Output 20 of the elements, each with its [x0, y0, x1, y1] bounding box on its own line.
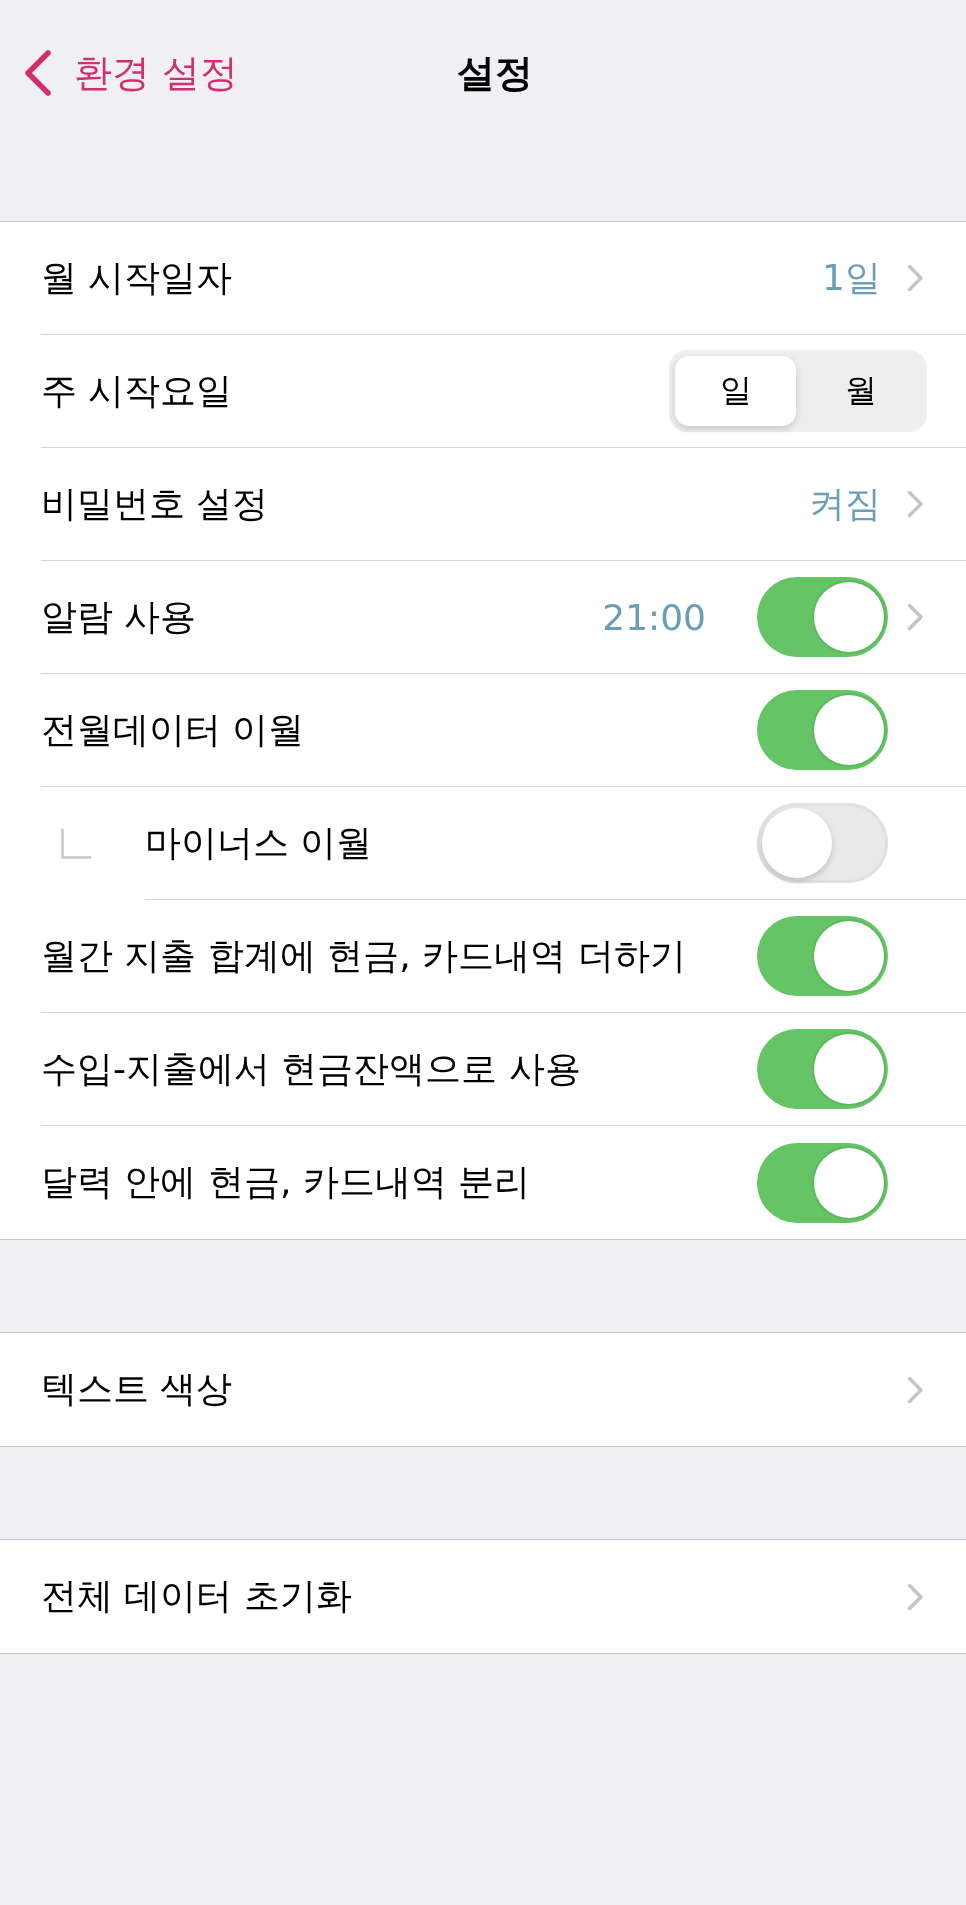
setting-label: 전월데이터 이월 [41, 707, 306, 752]
nav-title: 설정 [457, 49, 533, 97]
setting-label: 비밀번호 설정 [41, 481, 270, 526]
setting-value: 21:00 [602, 596, 706, 638]
chevron-left-icon [24, 50, 52, 96]
setting-label: 전체 데이터 초기화 [41, 1574, 353, 1618]
setting-label: 텍스트 색상 [41, 1367, 234, 1411]
setting-label: 주 시작요일 [41, 368, 234, 413]
setting-label: 알람 사용 [41, 594, 198, 639]
back-button[interactable]: 환경 설정 [24, 47, 239, 99]
setting-label: 달력 안에 현금, 카드내역 분리 [41, 1160, 532, 1204]
setting-label: 월간 지출 합계에 현금, 카드내역 더하기 [41, 933, 687, 978]
indent-corner-icon [61, 828, 91, 859]
segment-option[interactable]: 일 [675, 356, 796, 426]
setting-label: 마이너스 이월 [145, 820, 374, 865]
segment-option[interactable]: 월 [800, 356, 921, 426]
setting-label: 월 시작일자 [41, 255, 234, 300]
setting-label: 수입-지출에서 현금잔액으로 사용 [41, 1046, 582, 1091]
setting-value: 1일 [822, 255, 881, 300]
setting-value: 켜짐 [809, 481, 881, 526]
